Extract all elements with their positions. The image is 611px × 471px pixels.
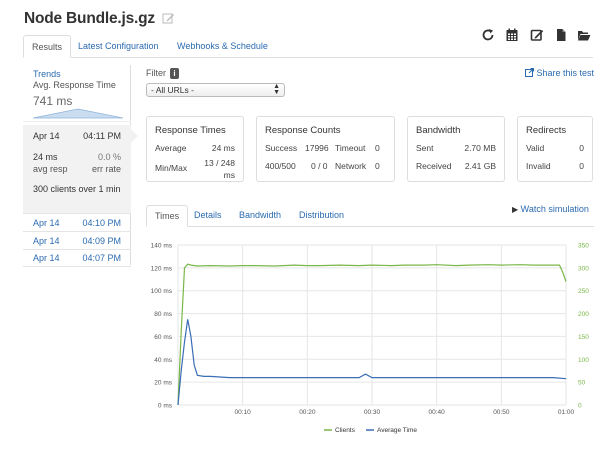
y-tick-label-right: 350 <box>578 243 589 250</box>
y-tick-label-right: 250 <box>578 288 589 295</box>
avg-resp-label: avg resp <box>33 164 68 174</box>
received-label: Received <box>416 161 452 171</box>
url-filter-selected: - All URLs - <box>151 85 194 95</box>
selected-run-time: 04:11 PM <box>83 131 121 141</box>
watch-simulation-label: Watch simulation <box>520 204 589 214</box>
x-tick-label: 00:30 <box>364 409 381 416</box>
play-icon: ▶ <box>512 205 519 214</box>
tab-distribution[interactable]: Distribution <box>291 205 352 227</box>
y-tick-label-right: 150 <box>578 334 589 341</box>
y-tick-label-right: 0 <box>578 403 582 410</box>
y-tick-label-left: 120 ms <box>151 265 173 272</box>
redirects-box: Redirects Valid 0 Invalid 0 <box>517 116 593 182</box>
runs-sidebar: Trends Avg. Response Time 741 ms Apr 14 … <box>23 65 138 267</box>
bandwidth-title: Bandwidth <box>416 125 461 136</box>
edit-title-icon[interactable] <box>162 12 175 25</box>
y-tick-label-left: 20 ms <box>154 380 172 387</box>
legend-label: Clients <box>335 427 356 434</box>
received-value: 2.41 GB <box>464 161 496 171</box>
x-tick-label: 00:40 <box>429 409 446 416</box>
response-counts-title: Response Counts <box>265 125 341 136</box>
y-tick-label-left: 40 ms <box>154 357 172 364</box>
y-tick-label-right: 50 <box>578 380 586 387</box>
average-value: 24 ms <box>211 143 235 153</box>
selected-run-date: Apr 14 <box>33 131 60 141</box>
response-counts-box: Response Counts Success 17996 Timeout 0 … <box>256 116 395 182</box>
tab-results[interactable]: Results <box>23 35 72 58</box>
legend-label: Average Time <box>377 427 417 434</box>
share-test-label: Share this test <box>536 68 595 78</box>
run-row[interactable]: Apr 14 04:10 PM <box>23 213 131 231</box>
success-value: 17996 <box>305 143 329 153</box>
x-tick-label: 00:20 <box>299 409 316 416</box>
tab-bandwidth[interactable]: Bandwidth <box>231 205 289 227</box>
run-date[interactable]: Apr 14 <box>33 253 60 263</box>
minmax-value: 13 / 248 ms <box>204 158 235 180</box>
sent-label: Sent <box>416 143 434 153</box>
main-tabs: Results Latest Configuration Webhooks & … <box>23 35 593 58</box>
redirects-title: Redirects <box>526 125 567 136</box>
info-icon[interactable]: i <box>170 68 179 79</box>
invalid-label: Invalid <box>526 161 551 171</box>
minmax-label: Min/Max <box>155 163 188 173</box>
tab-details[interactable]: Details <box>186 205 230 227</box>
run-time[interactable]: 04:07 PM <box>82 253 121 263</box>
watch-simulation-link[interactable]: ▶ Watch simulation <box>512 204 589 214</box>
run-time[interactable]: 04:09 PM <box>82 236 121 246</box>
selected-run-err-rate: 0.0 % <box>97 152 121 162</box>
y-tick-label-left: 100 ms <box>151 288 173 295</box>
run-time[interactable]: 04:10 PM <box>82 218 121 228</box>
average-label: Average <box>155 143 187 153</box>
errors-400-500-value: 0 / 0 <box>311 161 328 171</box>
run-row[interactable]: Apr 14 04:07 PM <box>23 249 131 267</box>
run-date[interactable]: Apr 14 <box>33 236 60 246</box>
x-tick-label: 01:00 <box>558 409 575 416</box>
y-tick-label-right: 300 <box>578 265 589 272</box>
y-tick-label-left: 60 ms <box>154 334 172 341</box>
success-label: Success <box>265 143 298 153</box>
share-icon <box>525 68 534 77</box>
select-arrows-icon: ▲ ▼ <box>273 83 280 96</box>
y-tick-label-right: 200 <box>578 311 589 318</box>
trends-link[interactable]: Trends <box>33 69 131 79</box>
run-date[interactable]: Apr 14 <box>33 218 60 228</box>
selected-run-arrow <box>131 129 138 143</box>
selected-run-avg-resp: 24 ms <box>33 152 58 162</box>
errors-400-500-label: 400/500 <box>265 161 296 171</box>
y-tick-label-left: 140 ms <box>151 243 173 250</box>
y-tick-label-right: 100 <box>578 357 589 364</box>
timeout-value: 0 <box>375 143 380 153</box>
network-value: 0 <box>375 161 380 171</box>
tab-latest-configuration[interactable]: Latest Configuration <box>70 35 167 58</box>
trend-sparkline <box>33 108 123 119</box>
tab-times[interactable]: Times <box>146 205 189 227</box>
y-tick-label-left: 80 ms <box>154 311 172 318</box>
url-filter-select[interactable]: - All URLs - ▲ ▼ <box>146 83 285 97</box>
filter-label: Filter <box>146 68 166 78</box>
invalid-value: 0 <box>579 161 584 171</box>
network-label: Network <box>335 161 367 171</box>
valid-label: Valid <box>526 143 545 153</box>
selected-run[interactable]: Apr 14 04:11 PM 24 ms 0.0 % avg resp err… <box>23 125 138 213</box>
x-tick-label: 00:10 <box>235 409 252 416</box>
err-rate-label: err rate <box>91 164 121 174</box>
response-times-box: Response Times Average 24 ms Min/Max 13 … <box>146 116 244 182</box>
selected-run-clients: 300 clients over 1 min <box>33 184 121 194</box>
bandwidth-box: Bandwidth Sent 2.70 MB Received 2.41 GB <box>407 116 505 182</box>
tab-webhooks-schedule[interactable]: Webhooks & Schedule <box>169 35 276 58</box>
response-times-title: Response Times <box>155 125 226 136</box>
run-row[interactable]: Apr 14 04:09 PM <box>23 231 131 249</box>
avg-response-time-label: Avg. Response Time <box>33 80 116 90</box>
timeout-label: Timeout <box>335 143 366 153</box>
x-tick-label: 00:50 <box>493 409 510 416</box>
trends-box: Trends Avg. Response Time 741 ms <box>23 65 131 122</box>
sent-value: 2.70 MB <box>464 143 496 153</box>
share-test-link[interactable]: Share this test <box>525 68 594 78</box>
valid-value: 0 <box>579 143 584 153</box>
page-title: Node Bundle.js.gz <box>24 10 155 27</box>
times-chart: 0 ms 20 ms 40 ms 60 ms 80 ms 100 ms 120 ms 140 … <box>151 243 590 435</box>
y-tick-label-left: 0 ms <box>158 403 173 410</box>
